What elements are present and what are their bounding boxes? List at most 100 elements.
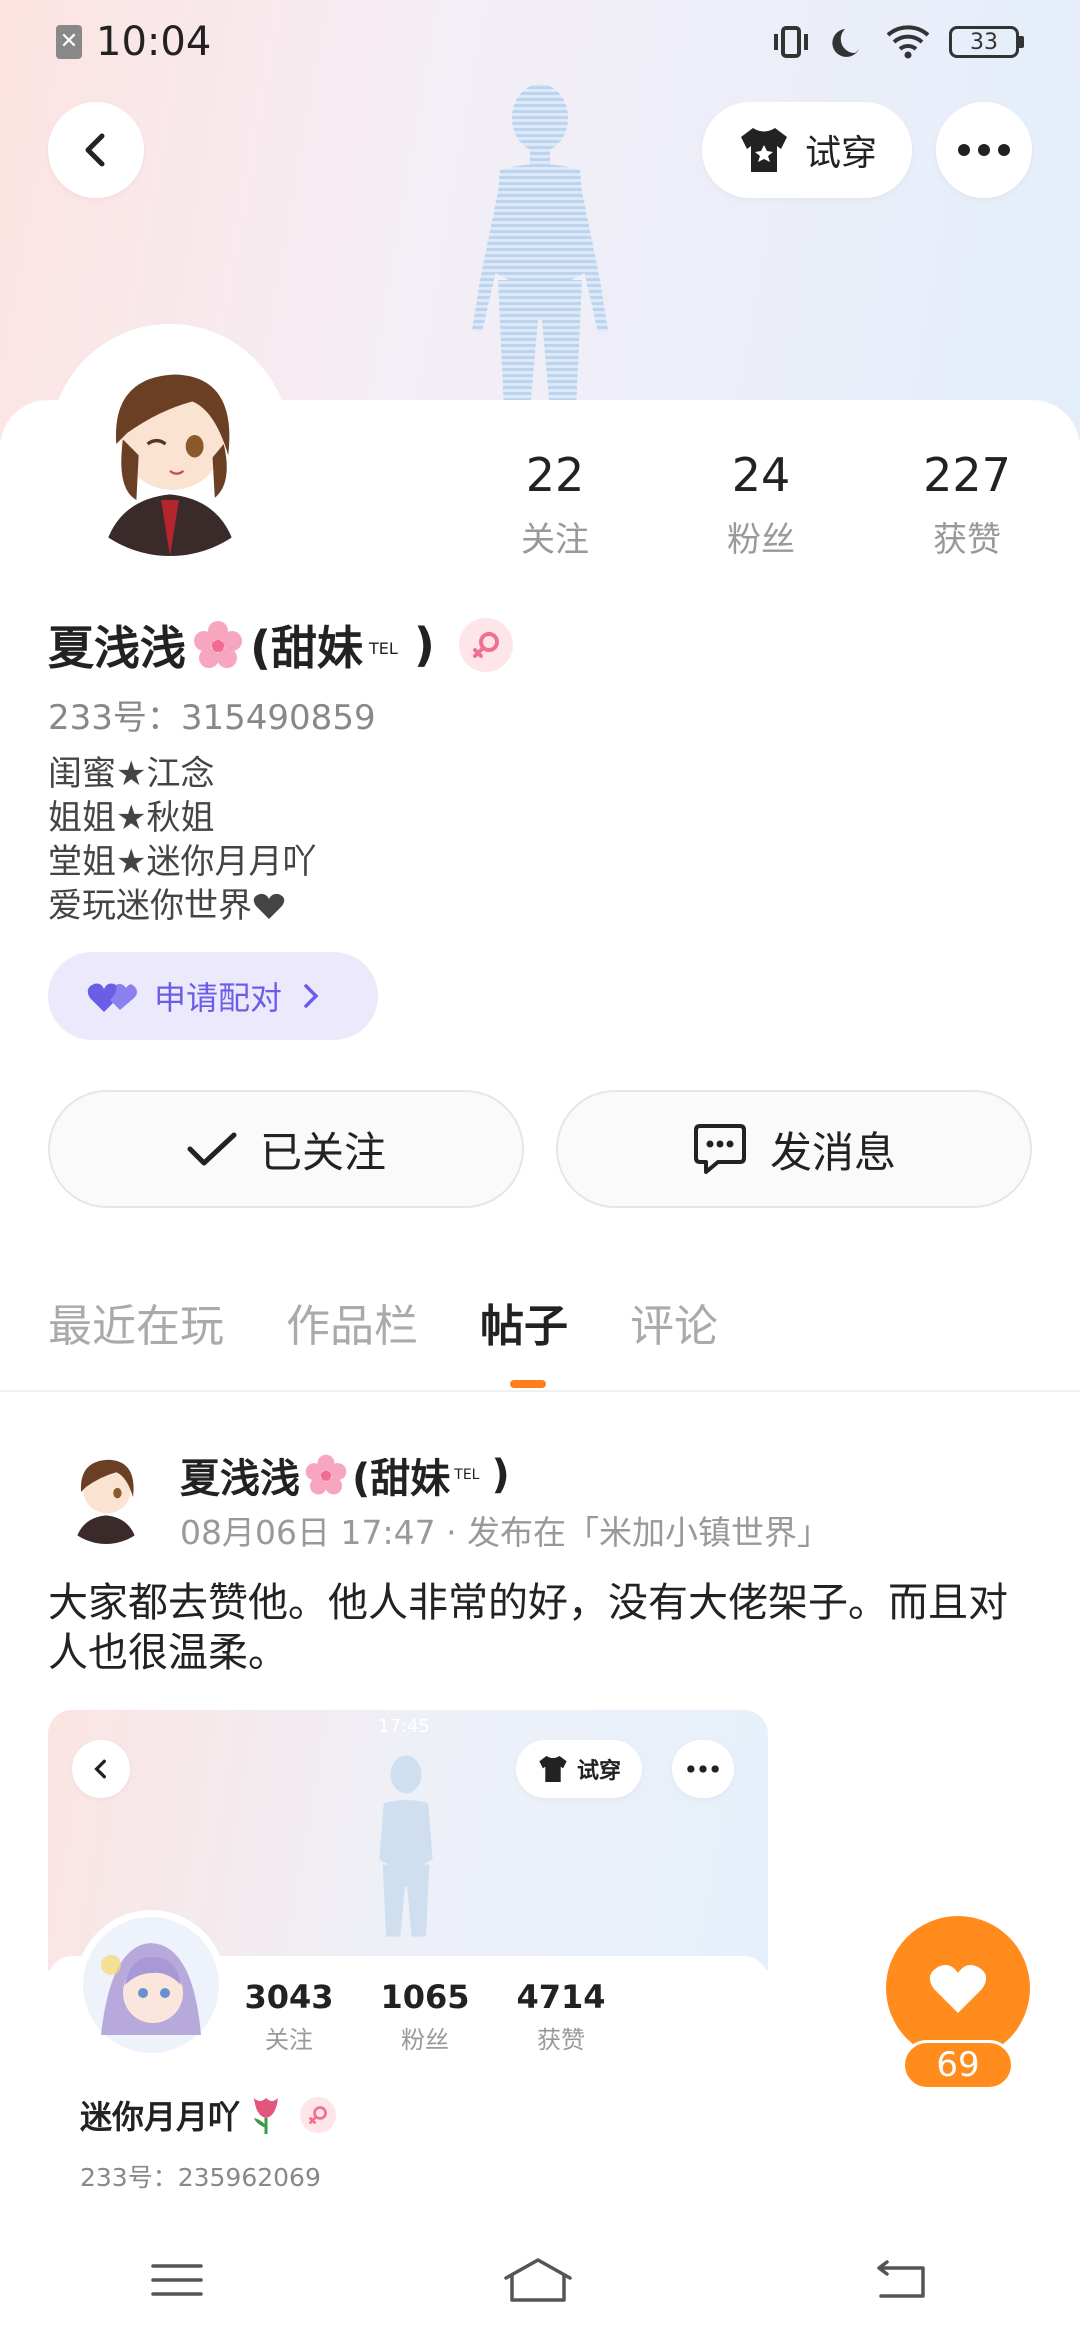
check-icon	[187, 1132, 237, 1166]
post-meta: 08月06日 17:47 · 发布在「米加小镇世界」	[180, 1513, 831, 1552]
apply-pair-button[interactable]: 申请配对	[48, 952, 378, 1040]
send-message-label: 发消息	[769, 1127, 896, 1177]
post-avatar-image	[54, 1440, 158, 1544]
bio-line: 姐姐★秋姐	[48, 798, 215, 838]
tulip-icon	[254, 2098, 279, 2134]
embedded-id: 233号：235962069	[80, 2163, 321, 2192]
profile-name-tag: TEL	[369, 638, 398, 658]
shirt-icon	[539, 1755, 567, 1783]
more-dots-icon	[687, 1765, 719, 1773]
status-time: 10:04	[96, 19, 212, 65]
embedded-stat-likes-label: 获赞	[537, 2026, 585, 2054]
post-author-name-text: 夏浅浅	[180, 1456, 300, 1502]
shirt-icon	[740, 128, 787, 172]
send-message-button[interactable]: 发消息	[556, 1090, 1032, 1208]
embedded-female-gender-icon	[300, 2097, 337, 2133]
like-button[interactable]	[886, 1916, 1030, 2060]
chevron-right-icon	[304, 984, 319, 1008]
followed-label: 已关注	[259, 1127, 386, 1177]
post-author-avatar[interactable]	[54, 1440, 158, 1544]
cherry-blossom-icon	[305, 1454, 347, 1495]
battery-icon: 33	[949, 26, 1024, 58]
stat-following-count: 22	[525, 448, 585, 502]
heart-icon	[929, 1965, 987, 2013]
heart-icon	[253, 893, 285, 919]
embedded-avatar-image	[83, 1917, 219, 2053]
stat-following-label: 关注	[521, 520, 589, 560]
embedded-stat-fans-label: 粉丝	[401, 2026, 449, 2054]
cherry-blossom-icon	[194, 621, 242, 668]
embedded-status-time: 17:45	[378, 1716, 430, 1737]
like-count-badge: 69	[902, 2040, 1014, 2090]
stat-fans[interactable]: 24 粉丝	[676, 448, 846, 561]
profile-tabs: 最近在玩 作品栏 帖子 评论	[48, 1290, 718, 1354]
embedded-back-button	[72, 1740, 130, 1798]
menu-icon[interactable]	[149, 2260, 205, 2300]
apply-pair-label: 申请配对	[154, 979, 283, 1017]
chat-bubble-icon	[693, 1124, 746, 1174]
tab-comments[interactable]: 评论	[630, 1290, 718, 1354]
stat-likes-count: 227	[923, 448, 1011, 502]
wifi-icon	[886, 25, 930, 59]
notification-icon: ✕	[56, 25, 82, 59]
moon-icon	[832, 29, 859, 57]
stat-following[interactable]: 22 关注	[470, 448, 640, 561]
bio-line: 堂姐★迷你月月吖	[48, 842, 317, 882]
female-gender-icon	[458, 618, 513, 672]
back-nav-icon[interactable]	[871, 2258, 931, 2302]
embedded-name-text: 迷你月月吖	[80, 2098, 241, 2136]
home-icon[interactable]	[502, 2256, 574, 2304]
bio-line-wrap: 爱玩迷你世界	[48, 884, 316, 928]
profile-bio: 闺蜜★江念 姐姐★秋姐 堂姐★迷你月月吖 爱玩迷你世界	[48, 752, 316, 928]
post-author-close: )	[491, 1452, 510, 1498]
embedded-more-button	[672, 1740, 734, 1798]
back-button[interactable]	[48, 102, 144, 198]
profile-id: 233号：315490859	[48, 698, 376, 738]
profile-name: 夏浅浅 (甜妹 TEL )	[48, 612, 513, 678]
system-nav-bar	[0, 2220, 1080, 2340]
tab-posts[interactable]: 帖子	[480, 1290, 568, 1354]
stat-fans-label: 粉丝	[727, 520, 795, 560]
avatar-image	[58, 332, 282, 556]
stat-likes[interactable]: 227 获赞	[882, 448, 1052, 561]
double-heart-icon	[87, 983, 137, 1012]
embedded-stat-fans: 1065 粉丝	[360, 1978, 490, 2055]
profile-avatar[interactable]	[50, 324, 290, 564]
status-bar: ✕ 10:04 33	[0, 0, 1080, 84]
profile-name-text: 夏浅浅	[48, 621, 186, 675]
bio-line: 闺蜜★江念	[48, 754, 215, 794]
stat-fans-count: 24	[731, 448, 791, 502]
embedded-name: 迷你月月吖	[80, 2092, 337, 2138]
tab-recently-played[interactable]: 最近在玩	[48, 1290, 224, 1354]
profile-name-suffix: (甜妹	[250, 621, 364, 675]
post-author-tag: TEL	[454, 1467, 480, 1483]
embedded-stat-following: 3043 关注	[224, 1978, 354, 2055]
embedded-stat-fans-count: 1065	[380, 1978, 470, 2016]
try-on-label: 试穿	[804, 133, 877, 174]
embedded-stat-following-label: 关注	[265, 2026, 313, 2054]
tab-works[interactable]: 作品栏	[286, 1290, 418, 1354]
embedded-avatar	[76, 1910, 226, 2060]
tabs-divider	[0, 1390, 1080, 1392]
more-dots-icon	[958, 144, 1010, 156]
bio-line: 爱玩迷你世界	[48, 886, 252, 926]
embedded-stat-likes: 4714 获赞	[496, 1978, 626, 2055]
profile-name-close: )	[413, 618, 435, 672]
try-on-button[interactable]: 试穿	[702, 102, 912, 198]
more-button[interactable]	[936, 102, 1032, 198]
3d-avatar-figure	[472, 84, 608, 410]
embedded-stat-likes-count: 4714	[516, 1978, 606, 2016]
battery-level: 33	[949, 26, 1019, 58]
embedded-try-on-label: 试穿	[576, 1759, 621, 1784]
post-image[interactable]: 17:45 试穿 3043 关注 1065 粉丝 4714 获赞 迷你月月吖 2…	[48, 1710, 768, 2230]
stat-likes-label: 获赞	[933, 520, 1001, 560]
post-author-name[interactable]: 夏浅浅 (甜妹 TEL )	[180, 1446, 510, 1504]
embedded-stat-following-count: 3043	[244, 1978, 334, 2016]
chevron-left-icon	[85, 133, 105, 167]
chevron-left-icon	[94, 1759, 106, 1779]
post-author-suffix: (甜妹	[352, 1456, 451, 1502]
profile-page: ✕ 10:04 33 试穿 22 关注 24 粉丝 227 获赞 夏浅浅 (甜妹…	[0, 0, 1080, 2340]
post-text: 大家都去赞他。他人非常的好，没有大佬架子。而且对人也很温柔。	[48, 1580, 1008, 1676]
followed-button[interactable]: 已关注	[48, 1090, 524, 1208]
embedded-avatar-figure	[379, 1755, 433, 1937]
